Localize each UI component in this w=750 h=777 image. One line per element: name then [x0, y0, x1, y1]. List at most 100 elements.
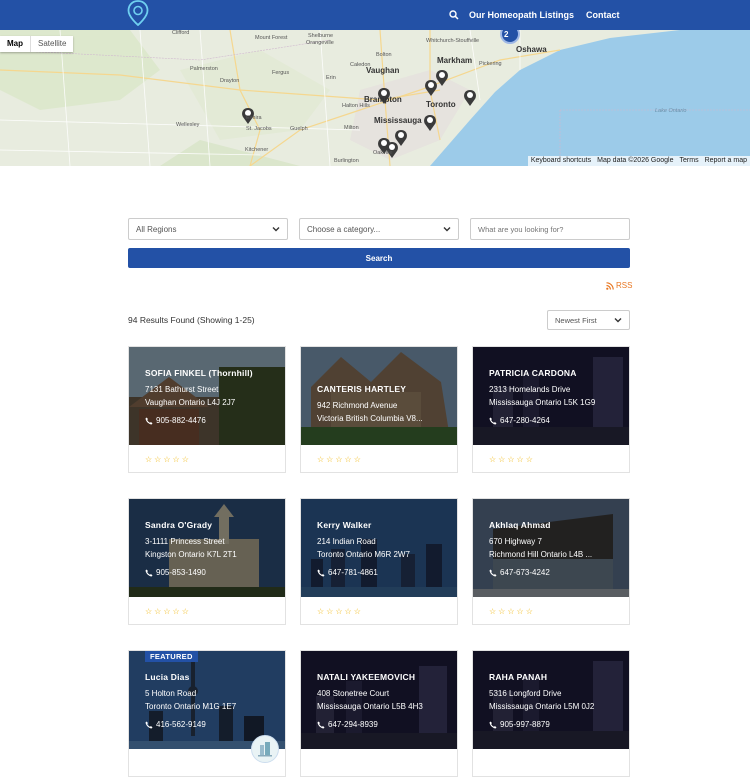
phone-icon: [145, 417, 153, 424]
rss-link[interactable]: RSS: [606, 281, 632, 290]
category-select[interactable]: Choose a category...: [299, 218, 459, 240]
listing-phone[interactable]: 647-781-4861: [317, 568, 378, 577]
search-icon[interactable]: [449, 0, 459, 30]
listing-name[interactable]: SOFIA FINKEL (Thornhill): [145, 368, 253, 378]
listing-phone[interactable]: 647-280-4264: [489, 416, 550, 425]
phone-icon: [489, 721, 497, 728]
map-label: Halton Hills: [342, 103, 370, 109]
listing-image[interactable]: [473, 347, 629, 445]
listing-city: Kingston Ontario K7L 2T1: [145, 550, 237, 559]
listing-image[interactable]: [129, 499, 285, 597]
listing-phone-number: 905-997-8879: [500, 720, 550, 729]
listing-card[interactable]: NATALI YAKEEMOVICH 408 Stonetree Court M…: [300, 650, 458, 777]
map-label: Pickering: [479, 61, 502, 67]
map-label: Mount Forest: [255, 35, 288, 41]
map-type-map-button[interactable]: Map: [0, 36, 30, 52]
search-button[interactable]: Search: [128, 248, 630, 268]
listing-address: 5 Holton Road: [145, 689, 197, 698]
results-count: 94 Results Found (Showing 1-25): [128, 315, 255, 325]
listing-phone-number: 647-673-4242: [500, 568, 550, 577]
report-map-link[interactable]: Report a map: [705, 156, 747, 166]
map-label: Markham: [437, 56, 473, 65]
listing-address: 670 Highway 7: [489, 537, 542, 546]
listing-address: 2313 Homelands Drive: [489, 385, 571, 394]
star-rating: ☆☆☆☆☆: [489, 455, 535, 464]
map-label: Wellesley: [176, 122, 200, 128]
phone-icon: [317, 721, 325, 728]
featured-badge: FEATURED: [145, 651, 198, 662]
map-type-satellite-button[interactable]: Satellite: [30, 36, 73, 52]
region-select[interactable]: All Regions: [128, 218, 288, 240]
listing-card[interactable]: PATRICIA CARDONA 2313 Homelands Drive Mi…: [472, 346, 630, 473]
map-pin-logo-icon[interactable]: [127, 0, 149, 26]
listing-card[interactable]: Sandra O'Grady 3-1111 Princess Street Ki…: [128, 498, 286, 625]
chevron-down-icon: [443, 227, 451, 232]
listing-phone-number: 905-853-1490: [156, 568, 206, 577]
sort-select-value: Newest First: [555, 315, 597, 325]
listing-image[interactable]: [473, 499, 629, 597]
map-label: St. Jacobs: [246, 126, 272, 132]
building-icon: [258, 742, 272, 757]
map-label: Whitchurch-Stouffville: [426, 38, 480, 44]
listing-address: 3-1111 Princess Street: [145, 537, 225, 546]
listings-map[interactable]: 2 Clifford Palmerston Drayton Mount Fore…: [0, 30, 750, 166]
listing-phone[interactable]: 905-882-4476: [145, 416, 206, 425]
listing-card[interactable]: RAHA PANAH 5316 Longford Drive Mississau…: [472, 650, 630, 777]
listing-name[interactable]: CANTERIS HARTLEY: [317, 384, 406, 394]
map-cluster-count[interactable]: 2: [504, 30, 508, 39]
map-label: Shelburne: [308, 33, 334, 39]
listing-phone-number: 647-280-4264: [500, 416, 550, 425]
listing-phone-number: 905-882-4476: [156, 416, 206, 425]
listing-city: Mississauga Ontario L5K 1G9: [489, 398, 596, 407]
listing-city: Mississauga Ontario L5B 4H3: [317, 702, 423, 711]
phone-icon: [489, 569, 497, 576]
map-label: Burlington: [334, 158, 359, 164]
listing-phone[interactable]: 647-294-8939: [317, 720, 378, 729]
map-label: Guelph: [290, 126, 308, 132]
sort-select[interactable]: Newest First: [547, 310, 630, 330]
rss-icon: [606, 281, 614, 290]
nav-link-listings[interactable]: Our Homeopath Listings: [469, 0, 574, 30]
category-select-placeholder: Choose a category...: [307, 224, 381, 234]
listing-phone[interactable]: 416-562-9149: [145, 720, 206, 729]
chevron-down-icon: [272, 227, 280, 232]
listing-card[interactable]: FEATURED Lucia Dias 5 Holton Road Toront…: [128, 650, 286, 777]
listing-image[interactable]: [473, 651, 629, 749]
listing-phone-number: 647-294-8939: [328, 720, 378, 729]
listing-name[interactable]: Kerry Walker: [317, 520, 372, 530]
listing-name[interactable]: PATRICIA CARDONA: [489, 368, 577, 378]
listing-card[interactable]: Kerry Walker 214 Indian Road Toronto Ont…: [300, 498, 458, 625]
listing-name[interactable]: Lucia Dias: [145, 672, 190, 682]
keyboard-shortcuts-link[interactable]: Keyboard shortcuts: [531, 156, 591, 166]
listing-city: Mississauga Ontario L5M 0J2: [489, 702, 595, 711]
listing-name[interactable]: Sandra O'Grady: [145, 520, 212, 530]
keyword-search-input[interactable]: [470, 218, 630, 240]
listing-image[interactable]: [301, 347, 457, 445]
nav-link-contact[interactable]: Contact: [586, 0, 620, 30]
listing-image[interactable]: [129, 347, 285, 445]
listing-card[interactable]: CANTERIS HARTLEY 942 Richmond Avenue Vic…: [300, 346, 458, 473]
listing-phone[interactable]: 647-673-4242: [489, 568, 550, 577]
listing-image[interactable]: [301, 651, 457, 749]
listing-phone[interactable]: 905-853-1490: [145, 568, 206, 577]
listing-avatar: [251, 735, 279, 763]
star-rating: ☆☆☆☆☆: [317, 455, 363, 464]
map-data-text: Map data ©2026 Google: [597, 157, 674, 164]
star-rating: ☆☆☆☆☆: [145, 607, 191, 616]
star-rating: ☆☆☆☆☆: [317, 607, 363, 616]
listing-card[interactable]: Akhlaq Ahmad 670 Highway 7 Richmond Hill…: [472, 498, 630, 625]
listing-address: 408 Stonetree Court: [317, 689, 390, 698]
listing-name[interactable]: NATALI YAKEEMOVICH: [317, 672, 415, 682]
listing-name[interactable]: Akhlaq Ahmad: [489, 520, 551, 530]
listing-name[interactable]: RAHA PANAH: [489, 672, 547, 682]
map-label: Palmerston: [190, 66, 218, 72]
listing-card[interactable]: SOFIA FINKEL (Thornhill) 7131 Bathurst S…: [128, 346, 286, 473]
listing-phone-number: 416-562-9149: [156, 720, 206, 729]
listing-city: Toronto Ontario M1G 1E7: [145, 702, 237, 711]
map-label: Orangeville: [306, 40, 334, 46]
listing-address: 214 Indian Road: [317, 537, 376, 546]
terms-link[interactable]: Terms: [680, 156, 699, 166]
listing-phone[interactable]: 905-997-8879: [489, 720, 550, 729]
map-label: Clifford: [172, 30, 190, 36]
listing-image[interactable]: [301, 499, 457, 597]
